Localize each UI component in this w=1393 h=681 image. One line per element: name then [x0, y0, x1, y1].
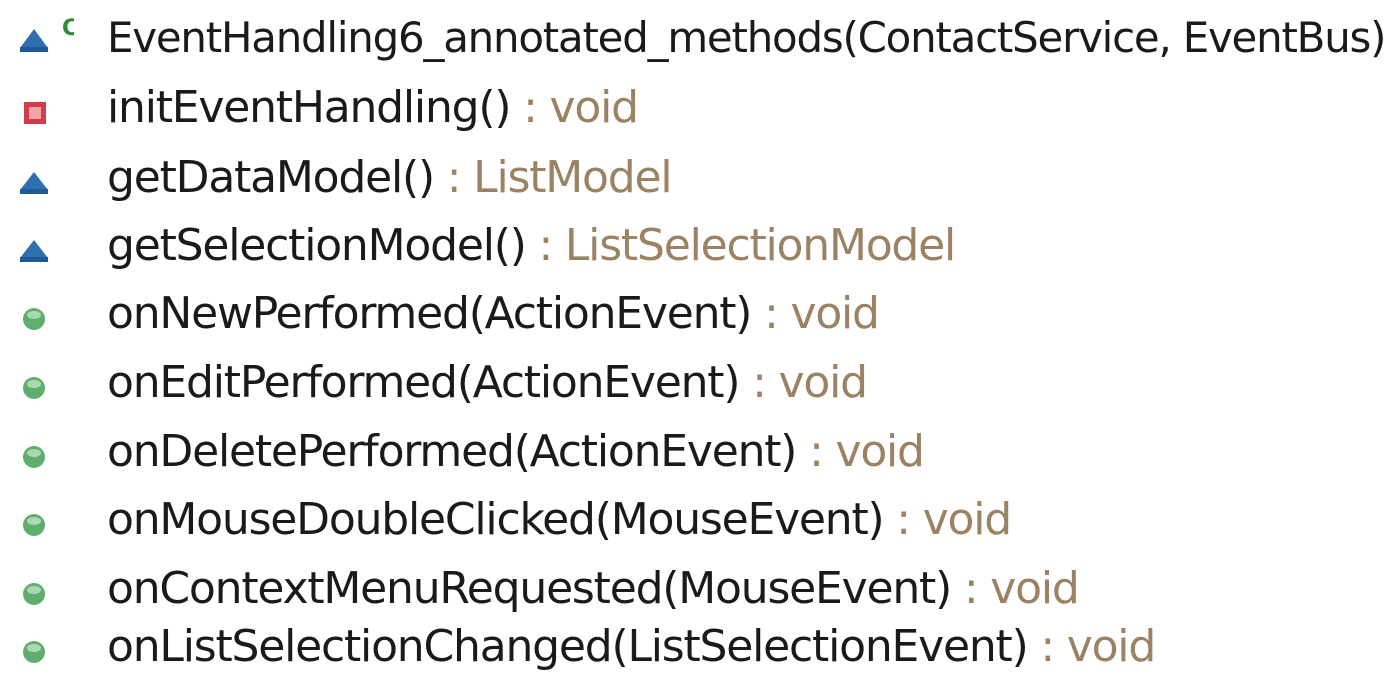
public-method-circle-icon	[14, 567, 54, 607]
outline-item-constructor[interactable]: C EventHandling6_annotated_methods(Conta…	[0, 4, 1393, 72]
member-return-type: : ListModel	[433, 152, 673, 203]
outline-item-method[interactable]: initEventHandling() : void	[0, 74, 1393, 142]
public-method-circle-icon	[14, 625, 54, 665]
outline-tree: C EventHandling6_annotated_methods(Conta…	[0, 0, 1393, 681]
member-return-type: : ListSelectionModel	[525, 220, 956, 271]
public-method-circle-icon	[14, 430, 54, 470]
outline-item-method[interactable]: onListSelectionChanged(ListSelectionEven…	[0, 613, 1393, 681]
constructor-package-triangle-icon: C	[14, 16, 74, 56]
member-signature: getSelectionModel()	[107, 220, 527, 271]
public-method-circle-icon	[14, 498, 54, 538]
member-signature: onDeletePerformed(ActionEvent)	[107, 426, 797, 477]
public-method-circle-icon	[14, 292, 54, 332]
public-method-circle-icon	[14, 361, 54, 401]
member-label: onEditPerformed(ActionEvent) : void	[107, 349, 868, 417]
member-return-type: : void	[951, 563, 1080, 614]
member-label: onListSelectionChanged(ListSelectionEven…	[107, 613, 1156, 681]
outline-item-method[interactable]: onNewPerformed(ActionEvent) : void	[0, 280, 1393, 348]
member-label: getSelectionModel() : ListSelectionModel	[107, 212, 956, 280]
private-method-square-icon	[14, 86, 54, 126]
outline-item-method[interactable]: getSelectionModel() : ListSelectionModel	[0, 212, 1393, 280]
outline-item-method[interactable]: onDeletePerformed(ActionEvent) : void	[0, 418, 1393, 486]
member-label: EventHandling6_annotated_methods(Contact…	[107, 4, 1386, 72]
member-signature: EventHandling6_annotated_methods(Contact…	[107, 13, 1386, 62]
member-signature: onListSelectionChanged(ListSelectionEven…	[107, 621, 1029, 672]
member-label: onDeletePerformed(ActionEvent) : void	[107, 418, 925, 486]
member-label: onMouseDoubleClicked(MouseEvent) : void	[107, 486, 1012, 554]
package-method-triangle-icon	[14, 156, 54, 196]
member-return-type: : void	[1027, 621, 1156, 672]
member-return-type: : void	[739, 357, 868, 408]
member-signature: onMouseDoubleClicked(MouseEvent)	[107, 494, 885, 545]
outline-item-method[interactable]: getDataModel() : ListModel	[0, 144, 1393, 212]
member-return-type: : void	[751, 288, 880, 339]
member-return-type: : void	[510, 82, 639, 133]
member-label: getDataModel() : ListModel	[107, 144, 673, 212]
member-signature: onEditPerformed(ActionEvent)	[107, 357, 741, 408]
member-return-type: : void	[883, 494, 1012, 545]
svg-text:C: C	[62, 16, 74, 41]
outline-item-method[interactable]: onEditPerformed(ActionEvent) : void	[0, 349, 1393, 417]
member-signature: onContextMenuRequested(MouseEvent)	[107, 563, 952, 614]
package-method-triangle-icon	[14, 224, 54, 264]
member-signature: initEventHandling()	[107, 82, 512, 133]
member-return-type: : void	[796, 426, 925, 477]
member-signature: onNewPerformed(ActionEvent)	[107, 288, 752, 339]
outline-item-method[interactable]: onMouseDoubleClicked(MouseEvent) : void	[0, 486, 1393, 554]
member-label: initEventHandling() : void	[107, 74, 639, 142]
member-label: onNewPerformed(ActionEvent) : void	[107, 280, 880, 348]
member-signature: getDataModel()	[107, 152, 435, 203]
